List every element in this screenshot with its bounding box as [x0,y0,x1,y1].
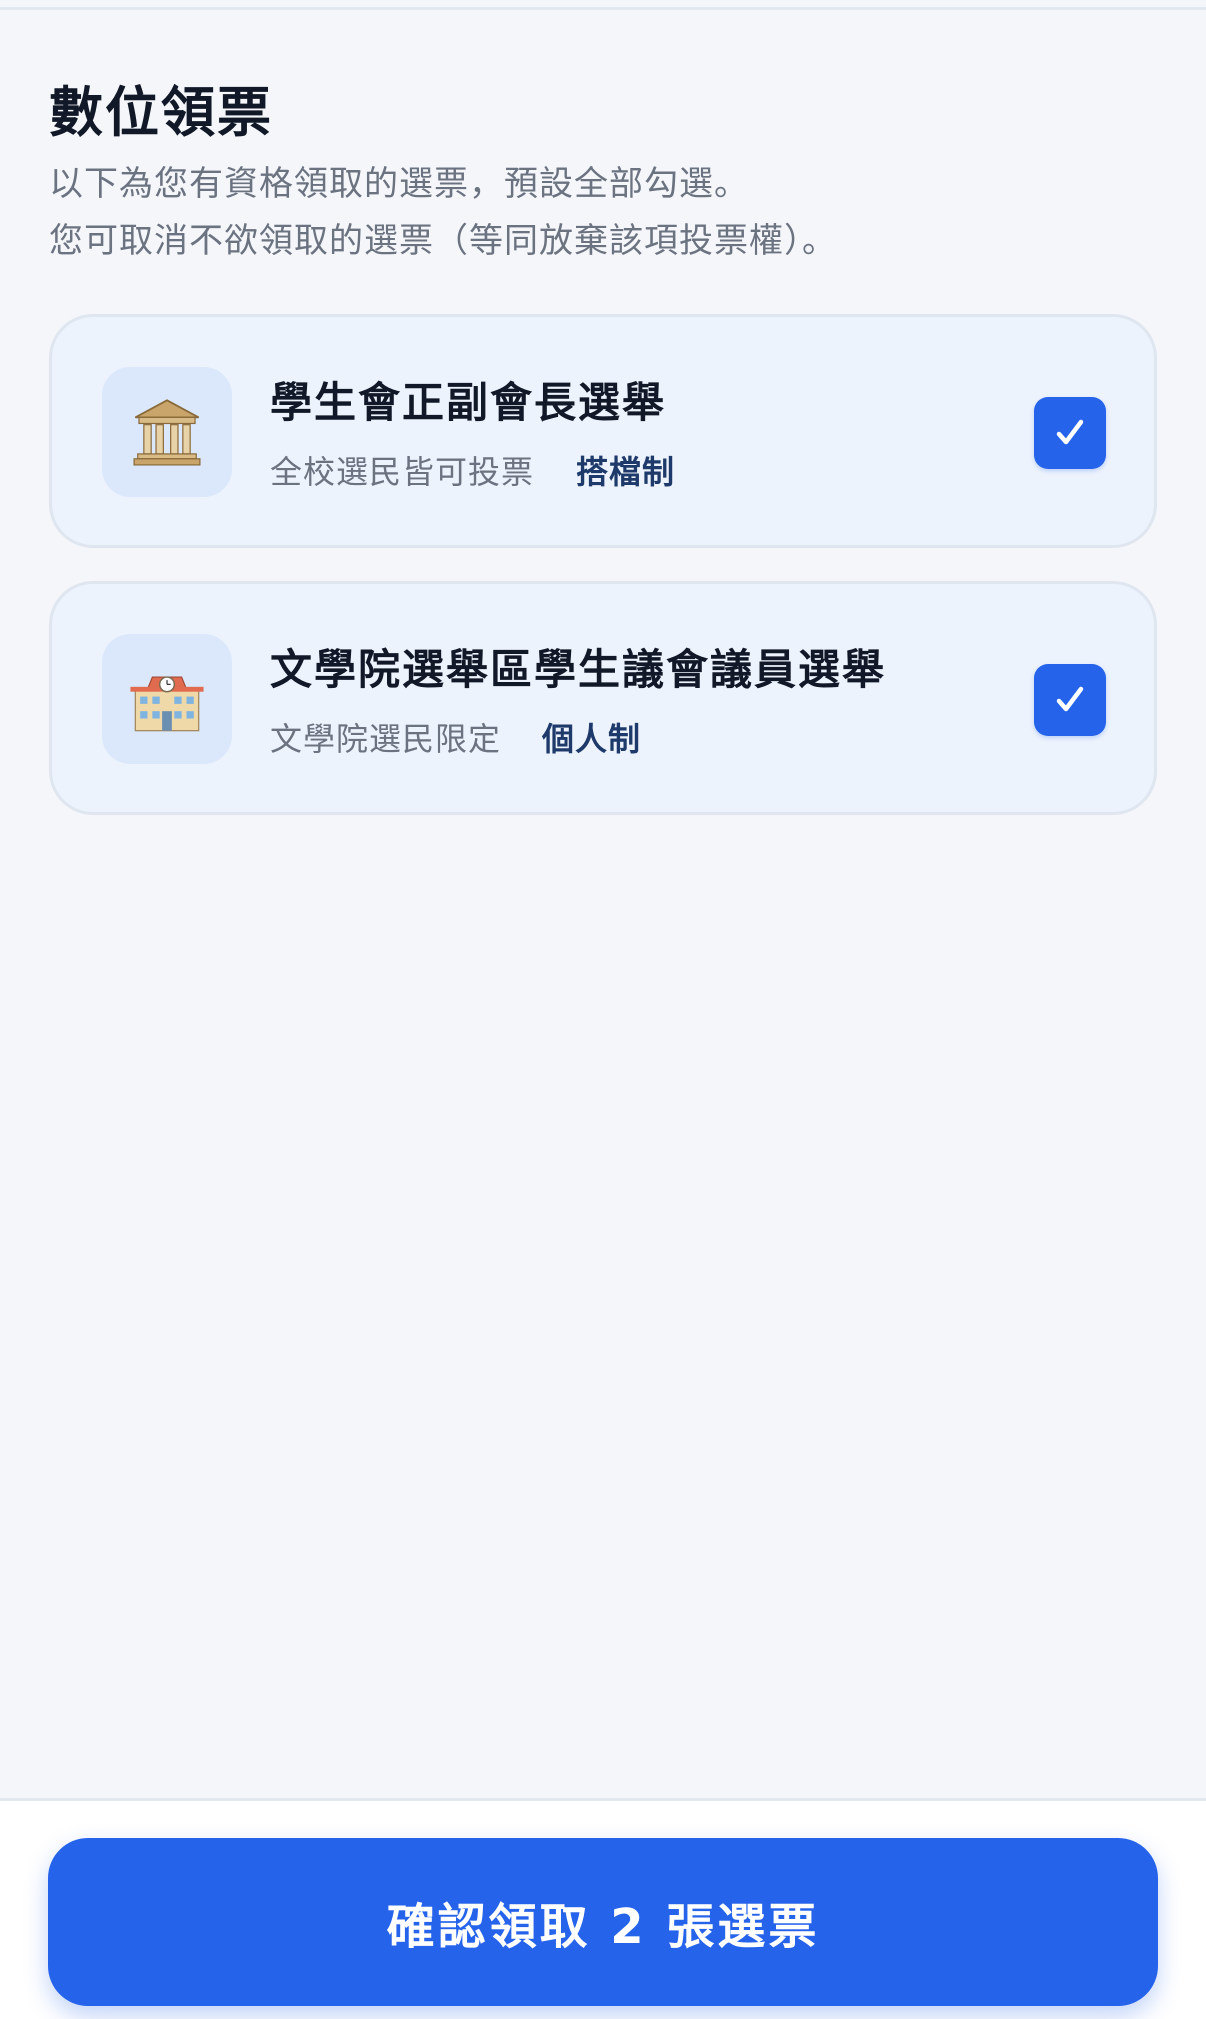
subtitle-line-2: 您可取消不欲領取的選票（等同放棄該項投票權）。 [49,221,837,261]
ballot-claim-screen: 數位領票 以下為您有資格領取的選票，預設全部勾選。 您可取消不欲領取的選票（等同… [0,0,1206,2019]
subtitle-line-1: 以下為您有資格領取的選票，預設全部勾選。 [49,164,749,204]
ballot-checkbox[interactable] [1034,397,1106,469]
school-building-icon [102,634,232,764]
classical-building-icon [102,367,232,497]
ballot-card-president[interactable]: 學生會正副會長選舉 全校選民皆可投票 搭檔制 [49,314,1157,548]
checkmark-icon [1056,686,1084,712]
ballot-title: 文學院選舉區學生議會議員選舉 [270,645,887,694]
ballot-eligibility: 全校選民皆可投票 [270,453,535,491]
confirm-claim-button[interactable]: 確認領取 2 張選票 [48,1838,1158,2006]
ballot-eligibility: 文學院選民限定 [270,720,502,758]
page-title: 數位領票 [49,81,273,144]
ballot-card-council[interactable]: 文學院選舉區學生議會議員選舉 文學院選民限定 個人制 [49,581,1157,815]
checkmark-icon [1056,419,1084,445]
ballot-system-badge: 個人制 [542,720,642,758]
top-divider [0,0,1206,10]
ballot-checkbox[interactable] [1034,664,1106,736]
ballot-title: 學生會正副會長選舉 [270,378,667,427]
ballot-system-badge: 搭檔制 [576,453,676,491]
